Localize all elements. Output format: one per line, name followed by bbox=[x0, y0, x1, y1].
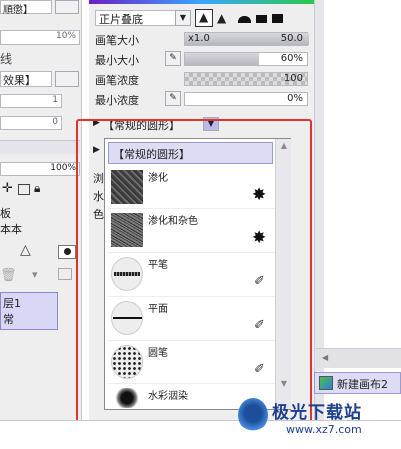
left-copy-icon[interactable] bbox=[58, 268, 72, 280]
layer-name: 层1 bbox=[3, 297, 21, 310]
right-divider: ◀ bbox=[316, 348, 401, 368]
brush-size-multiplier[interactable]: x1.0 bbox=[188, 33, 210, 44]
watermark-url: www.xz7.com bbox=[286, 423, 362, 436]
min-density-value: 0% bbox=[287, 93, 303, 104]
left-label-xian: 线 bbox=[0, 52, 13, 66]
left-layer-item[interactable]: 层1 常 bbox=[0, 292, 58, 330]
brush-size-value: 50.0 bbox=[280, 33, 303, 44]
new-canvas-tab[interactable]: 新建画布2 bbox=[314, 372, 401, 394]
brush-density-label: 画笔浓度 bbox=[95, 74, 139, 87]
blend-mode-dropdown[interactable]: ▼ bbox=[175, 10, 191, 26]
left-top-dropdown-button[interactable] bbox=[55, 0, 79, 14]
brush-density-value: 100 bbox=[283, 73, 303, 84]
canvas-area bbox=[325, 0, 401, 345]
crosshair-icon[interactable]: ✛ bbox=[2, 181, 13, 196]
left-trash-icon[interactable]: 🗑︎ bbox=[0, 268, 17, 283]
left-label-ban: 板 bbox=[0, 207, 11, 220]
min-density-slider[interactable]: 0% bbox=[184, 92, 308, 106]
left-shape-tool-icon[interactable]: △ bbox=[20, 242, 31, 258]
watermark-logo-icon bbox=[238, 398, 268, 432]
left-opacity-field[interactable]: 100% bbox=[0, 162, 80, 176]
left-tool-icons-row: ✛ 🔒︎ bbox=[0, 181, 80, 199]
tip-sharp-icon[interactable]: ▲ bbox=[195, 9, 213, 27]
min-size-value: 60% bbox=[280, 53, 303, 64]
left-panel: 順懲】 10% 线 效果】 1 0 100% ✛ 🔒︎ 板 本本 △ 🗑︎ ▾ … bbox=[0, 0, 82, 420]
brush-density-slider[interactable]: 100 bbox=[184, 72, 308, 86]
tip-square-icon[interactable] bbox=[271, 9, 285, 27]
left-percent-field: 10% bbox=[0, 30, 80, 45]
min-size-label: 最小大小 bbox=[95, 54, 139, 67]
tip-soft-icon[interactable]: ▲ bbox=[215, 9, 233, 27]
min-density-label: 最小浓度 bbox=[95, 94, 139, 107]
canvas-file-icon bbox=[319, 376, 333, 390]
top-color-strip bbox=[89, 0, 314, 4]
left-effect-dropdown-button[interactable] bbox=[55, 71, 79, 87]
watermark: 极光下载站 www.xz7.com bbox=[238, 396, 398, 446]
left-effect-field[interactable]: 效果】 bbox=[0, 71, 52, 87]
layer-square-icon[interactable] bbox=[18, 184, 30, 195]
tip-round-icon[interactable] bbox=[235, 9, 253, 27]
lock-icon[interactable]: 🔒︎ bbox=[34, 181, 40, 196]
min-density-pen-toggle[interactable]: ✎ bbox=[165, 91, 181, 106]
layer-mode: 常 bbox=[3, 313, 14, 326]
watermark-brand: 极光下载站 bbox=[272, 403, 362, 423]
left-value-0[interactable]: 0 bbox=[0, 116, 62, 130]
left-circle-button[interactable] bbox=[58, 245, 76, 259]
left-drop-icon[interactable]: ▾ bbox=[32, 268, 38, 281]
left-label-benben: 本本 bbox=[0, 223, 22, 236]
min-size-slider[interactable]: 60% bbox=[184, 52, 308, 66]
left-value-1[interactable]: 1 bbox=[0, 94, 62, 108]
new-canvas-label: 新建画布2 bbox=[337, 378, 388, 391]
brush-size-slider[interactable]: x1.0 50.0 bbox=[184, 32, 309, 46]
brush-size-label: 画笔大小 bbox=[95, 34, 139, 47]
left-top-field[interactable]: 順懲】 bbox=[0, 0, 52, 16]
brush-tip-shapes: ▲ ▲ bbox=[195, 9, 285, 27]
min-size-pen-toggle[interactable]: ✎ bbox=[165, 51, 181, 66]
tip-flat-icon[interactable] bbox=[255, 9, 269, 27]
left-divider bbox=[0, 140, 80, 154]
highlight-box bbox=[76, 119, 312, 441]
